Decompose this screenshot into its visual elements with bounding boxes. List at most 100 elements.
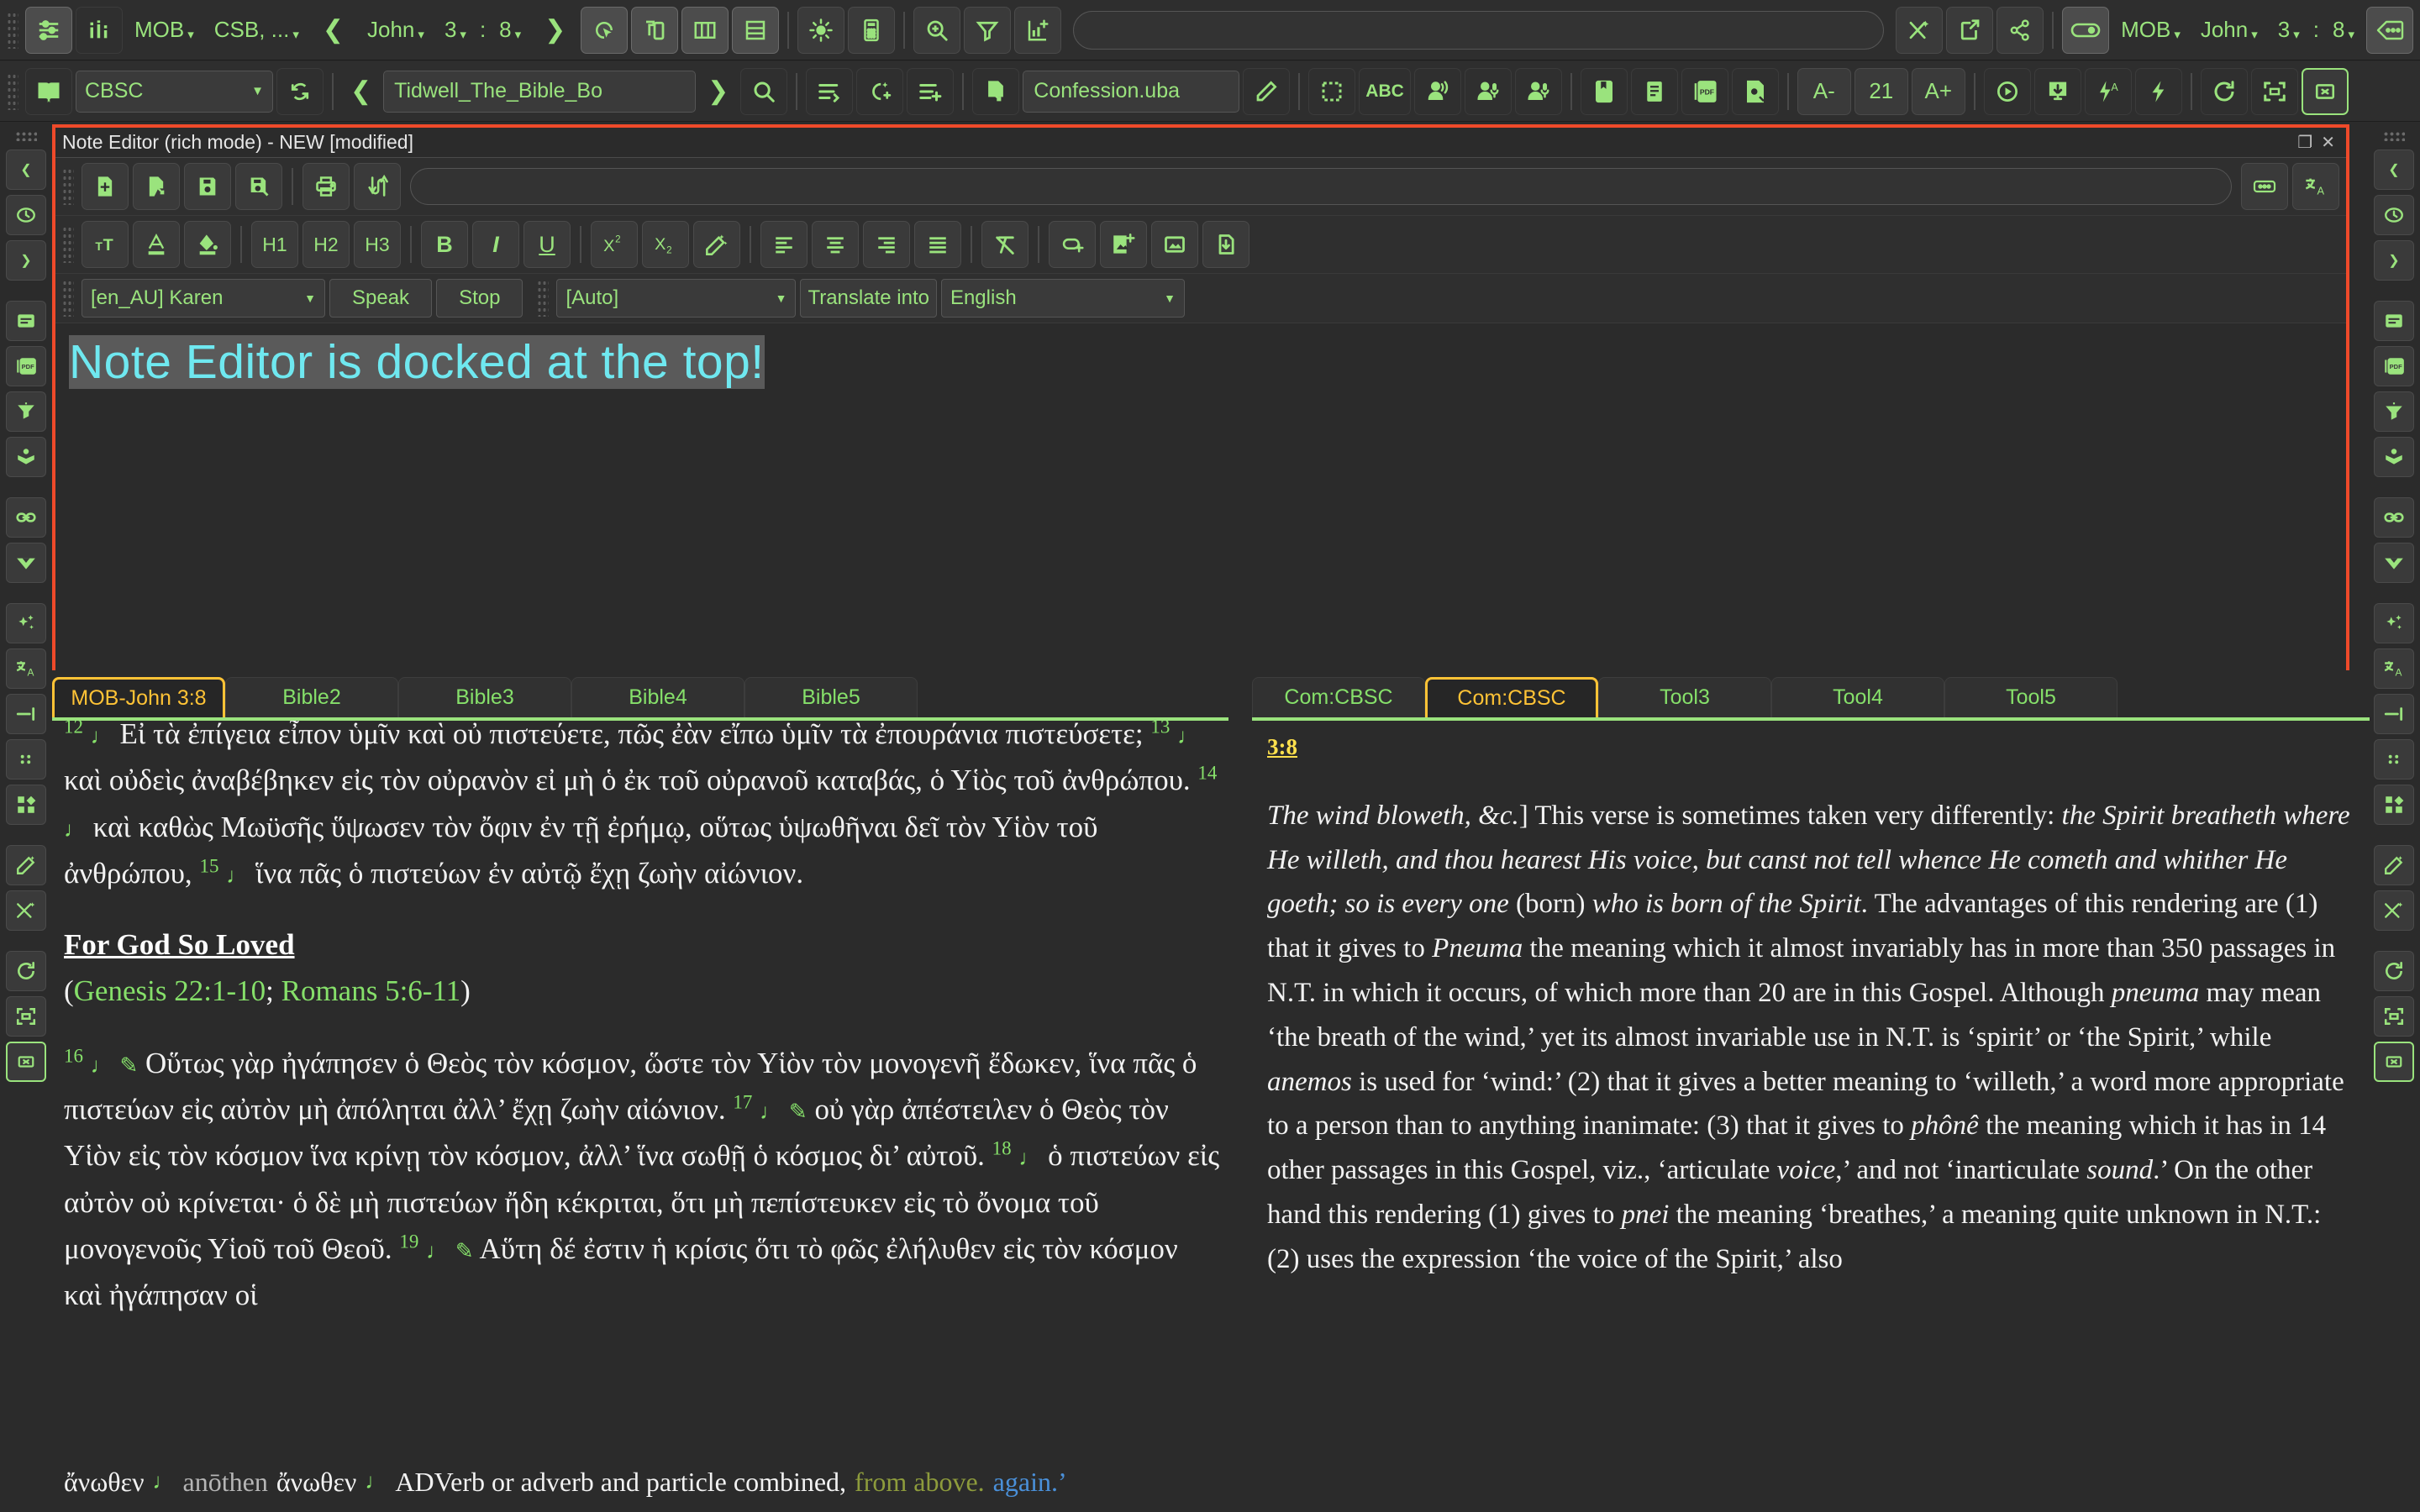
open-book-icon[interactable]: [25, 67, 72, 115]
external-link-icon[interactable]: [1946, 6, 1994, 54]
document-icon[interactable]: [2374, 301, 2414, 341]
status-meaning-2[interactable]: again.’: [993, 1467, 1067, 1498]
refresh-icon[interactable]: [276, 67, 324, 115]
speak-button[interactable]: Speak: [329, 279, 433, 318]
tab-com-cbsc-2[interactable]: Com:CBSC: [1425, 677, 1598, 717]
pencil-star-icon[interactable]: [2374, 845, 2414, 885]
tab-tool4[interactable]: Tool4: [1771, 677, 1944, 717]
font-increase-button[interactable]: A+: [1911, 67, 1965, 115]
leaf-note-icon[interactable]: ✎: [789, 1100, 808, 1124]
zoom-search-icon[interactable]: [913, 6, 961, 54]
bookmark-icon[interactable]: [1580, 67, 1628, 115]
font-size-value[interactable]: 21: [1854, 67, 1908, 115]
verse-number[interactable]: 19: [399, 1231, 418, 1252]
read-aloud-icon[interactable]: [1464, 67, 1512, 115]
bible-version-selector[interactable]: MOB ▾: [126, 7, 203, 54]
source-language-select[interactable]: [Auto] ▼: [556, 279, 797, 318]
leaf-note-icon[interactable]: ✎: [455, 1239, 474, 1263]
note-icon[interactable]: ♩: [91, 724, 113, 748]
note-icon[interactable]: ♩: [153, 1469, 175, 1494]
heading-3-button[interactable]: H3: [354, 221, 401, 268]
select-region-icon[interactable]: [1308, 67, 1356, 115]
outline-icon[interactable]: [2374, 694, 2414, 734]
list-go-icon[interactable]: [806, 67, 854, 115]
file-toolbar-grip[interactable]: [62, 168, 74, 205]
note-editor-text[interactable]: Note Editor is docked at the top!: [69, 335, 765, 389]
share-icon[interactable]: [1996, 6, 2044, 54]
toolbar-grip[interactable]: [7, 11, 18, 49]
image-icon[interactable]: [1151, 221, 1198, 268]
tab-bible4[interactable]: Bible4: [571, 677, 744, 717]
prev-verse-button[interactable]: ❮: [311, 15, 355, 45]
resource-selector[interactable]: CBSC ▼: [76, 70, 273, 113]
shuffle-star-icon[interactable]: [1896, 6, 1944, 54]
bible-text-pane[interactable]: 12 ♩ Εἰ τὰ ἐπίγεια εἶπον ὑμῖν καὶ οὐ πισ…: [52, 717, 1228, 1435]
note-icon[interactable]: ♩: [1177, 724, 1199, 748]
magic-format-icon[interactable]: [693, 221, 740, 268]
clear-format-icon[interactable]: [981, 221, 1028, 268]
right-chapter-selector[interactable]: 3 ▾: [2270, 7, 2308, 54]
right-book-selector[interactable]: John ▾: [2192, 7, 2266, 54]
book-selector[interactable]: John ▾: [359, 7, 433, 54]
save-image-icon[interactable]: [1202, 221, 1249, 268]
reload-icon[interactable]: [2200, 67, 2248, 115]
note-icon[interactable]: ♩: [226, 864, 248, 888]
download-icon[interactable]: [2033, 67, 2081, 115]
right-rail-grip[interactable]: [2383, 131, 2405, 141]
chevron-right-icon[interactable]: ❯: [6, 240, 46, 281]
verse-number[interactable]: 18: [992, 1138, 1012, 1159]
filter-icon[interactable]: [964, 6, 1012, 54]
right-version-selector[interactable]: MOB ▾: [2112, 7, 2189, 54]
commentary-verse-ref[interactable]: 3:8: [1267, 734, 1297, 759]
cross-reference-link[interactable]: Genesis 22:1-10: [74, 974, 266, 1007]
tab-bible2[interactable]: Bible2: [225, 677, 398, 717]
right-verse-selector[interactable]: 8 ▾: [2324, 7, 2363, 54]
insert-placeholder-icon[interactable]: [2241, 163, 2288, 210]
pencil-star-icon[interactable]: [6, 845, 46, 885]
translate-icon[interactable]: A: [2292, 163, 2339, 210]
save-doc-icon[interactable]: [1731, 67, 1779, 115]
sparkle-icon[interactable]: [2374, 603, 2414, 643]
tab-com-cbsc-1[interactable]: Com:CBSC: [1252, 677, 1425, 717]
pdf-icon[interactable]: PDF: [2374, 346, 2414, 386]
text-color-icon[interactable]: [133, 221, 180, 268]
heading-2-button[interactable]: H2: [302, 221, 350, 268]
align-left-icon[interactable]: [760, 221, 808, 268]
verse-number[interactable]: 14: [1197, 763, 1217, 784]
chevron-left-icon[interactable]: ❮: [2374, 150, 2414, 190]
diamond-icon[interactable]: [2374, 543, 2414, 583]
next-document-button[interactable]: ❯: [699, 76, 737, 106]
chapter-selector[interactable]: 3 ▾: [436, 7, 475, 54]
history-icon[interactable]: [2374, 195, 2414, 235]
close-window-icon[interactable]: ✕: [2317, 132, 2339, 153]
tab-bible3[interactable]: Bible3: [398, 677, 571, 717]
open-note-icon[interactable]: [133, 163, 180, 210]
flash-a-icon[interactable]: A: [2084, 67, 2132, 115]
flash-icon[interactable]: [2134, 67, 2182, 115]
more-tag-icon[interactable]: [2366, 6, 2413, 54]
verse-number[interactable]: 15: [199, 855, 218, 876]
bold-button[interactable]: B: [421, 221, 468, 268]
note-icon[interactable]: ♩: [426, 1239, 448, 1263]
note-icon[interactable]: ♩: [64, 817, 86, 842]
bar-stats-icon[interactable]: [76, 6, 123, 54]
verse-selector[interactable]: 8 ▾: [491, 7, 529, 54]
close-icon[interactable]: [2301, 67, 2349, 115]
left-rail-grip[interactable]: [15, 131, 37, 141]
verse-number[interactable]: 13: [1150, 721, 1170, 737]
heading-1-button[interactable]: H1: [251, 221, 298, 268]
tab-mob-john-3-8[interactable]: MOB-John 3:8: [52, 677, 225, 717]
read-icon[interactable]: [2374, 437, 2414, 477]
dots-icon[interactable]: [2374, 739, 2414, 780]
italic-button[interactable]: I: [472, 221, 519, 268]
play-icon[interactable]: [1983, 67, 2031, 115]
search-icon[interactable]: [740, 67, 788, 115]
document-field[interactable]: Tidwell_The_Bible_Bo: [383, 70, 697, 113]
stop-button[interactable]: Stop: [436, 279, 523, 318]
sliders-icon[interactable]: [25, 6, 72, 54]
verse-number[interactable]: 17: [733, 1091, 752, 1112]
bookmark-diamond-icon[interactable]: [6, 543, 46, 583]
note-editor-content-area[interactable]: Note Editor is docked at the top!: [55, 323, 2346, 686]
layout-icon[interactable]: [6, 785, 46, 825]
layout-icon[interactable]: [2374, 785, 2414, 825]
